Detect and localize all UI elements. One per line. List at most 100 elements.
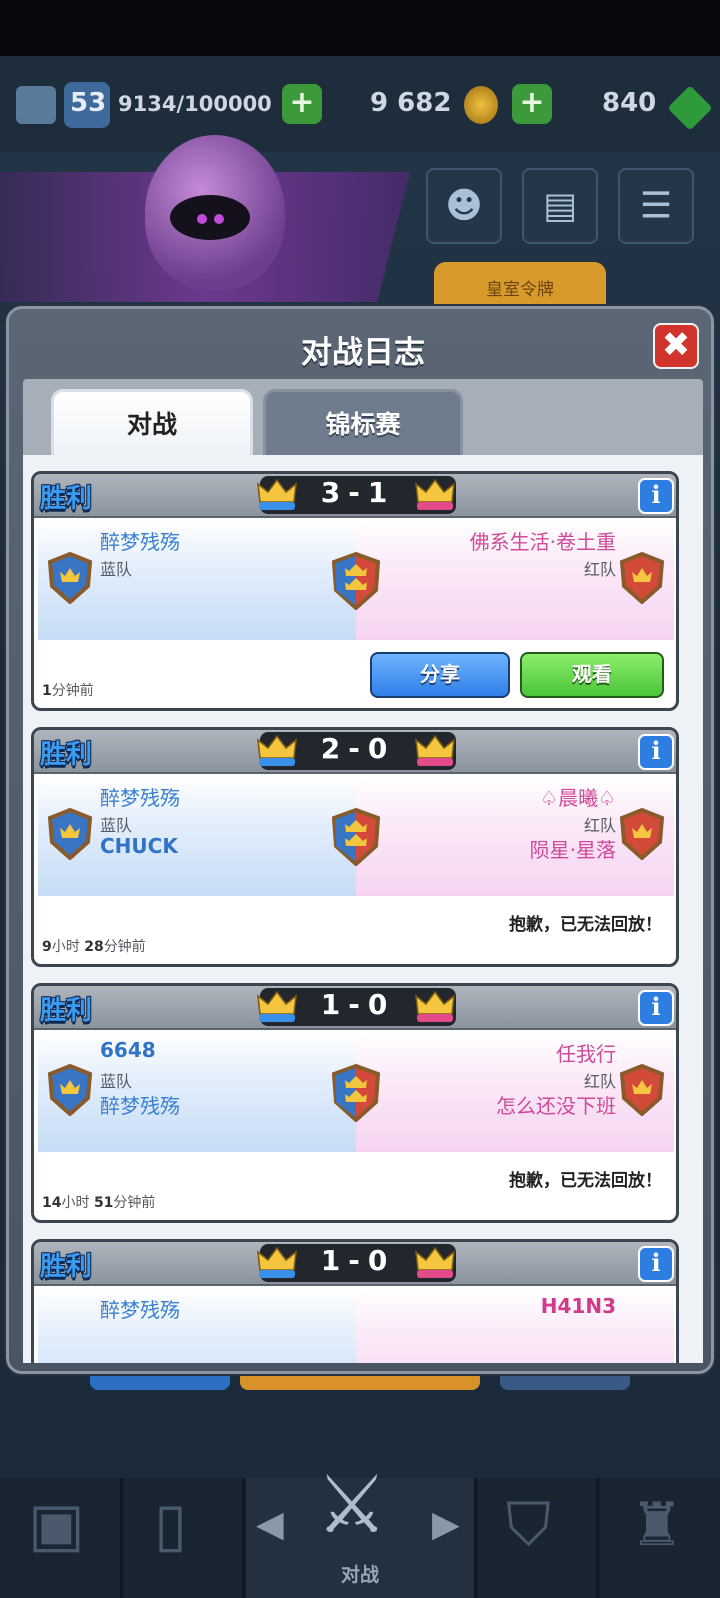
info-button[interactable]: i: [638, 478, 674, 514]
versus-shield-icon: [332, 808, 380, 866]
battle-score: 3-1: [320, 476, 396, 509]
gems-value: 840: [602, 88, 657, 118]
red-team-shield-icon: [620, 808, 664, 860]
red-player-name[interactable]: 佛系生活·卷土重: [470, 526, 616, 555]
red-team-label: 红队: [583, 816, 616, 835]
blue-player-name[interactable]: 醉梦残殇: [100, 1294, 180, 1323]
blue-team-label: 蓝队: [100, 1072, 133, 1091]
blue-side: [38, 1288, 356, 1363]
blue-teammate-name[interactable]: 醉梦残殇: [100, 1090, 180, 1119]
red-crown-icon: [415, 1246, 455, 1278]
red-crown-icon: [415, 478, 455, 510]
egg-eye-left: [197, 214, 207, 224]
red-crowns: 0: [367, 1244, 396, 1277]
battle-card: 胜利 3-1 i 醉梦残殇 蓝队 佛系生活·卷土重 红队 1分钟前 分享 观看: [31, 471, 679, 711]
battle-score: 2-0: [320, 732, 396, 765]
battle-card-header: 胜利 1-0 i: [34, 1242, 676, 1286]
red-player-name[interactable]: H41N3: [541, 1294, 616, 1318]
red-crown-icon: [415, 734, 455, 766]
red-side: [356, 1288, 674, 1363]
tab-tournament[interactable]: 锦标赛: [263, 389, 463, 455]
info-button[interactable]: i: [638, 990, 674, 1026]
crossed-swords-icon: ⚔: [316, 1458, 388, 1551]
menu-button[interactable]: ☰: [618, 168, 694, 244]
chest-icon: ▣: [28, 1490, 85, 1560]
red-teammate-name[interactable]: 怎么还没下班: [496, 1090, 616, 1119]
blue-crowns: 1: [320, 1244, 349, 1277]
friends-icon: ☻: [445, 185, 483, 227]
close-button[interactable]: ✖: [653, 323, 699, 369]
royal-pass-tab[interactable]: 皇室令牌: [434, 262, 606, 312]
battle-log-dialog: 对战日志 ✖ 对战 锦标赛 胜利 3-1 i 醉梦残殇 蓝队 佛系生活·卷土重 …: [6, 306, 714, 1374]
add-xp-button[interactable]: +: [282, 84, 322, 124]
battle-result: 胜利: [40, 484, 93, 514]
battle-time: 1分钟前: [42, 683, 94, 699]
gold-coin-icon: [464, 86, 498, 124]
watch-replay-button[interactable]: 观看: [520, 652, 664, 698]
status-bar-area: [0, 0, 720, 56]
battle-card-body: 醉梦残殇 蓝队 CHUCK ♤晨曦♤ 红队 陨星·星落: [38, 776, 674, 896]
nav-events[interactable]: ♜: [600, 1478, 720, 1598]
info-button[interactable]: i: [638, 1246, 674, 1282]
replay-unavailable-text: 抱歉，已无法回放！: [509, 915, 662, 935]
level-value: 53: [70, 88, 107, 118]
blue-player-name[interactable]: 6648: [100, 1038, 156, 1062]
blue-player-name[interactable]: 醉梦残殇: [100, 526, 180, 555]
battle-card-body: 6648 蓝队 醉梦残殇 任我行 红队 怎么还没下班: [38, 1032, 674, 1152]
battle-result: 胜利: [40, 740, 93, 770]
add-gold-button[interactable]: +: [512, 84, 552, 124]
blue-crown-icon: [257, 1246, 297, 1278]
blue-teammate-name[interactable]: CHUCK: [100, 834, 178, 858]
blue-crowns: 1: [320, 988, 349, 1021]
red-crown-icon: [415, 990, 455, 1022]
battle-card-body: 醉梦残殇 H41N3: [38, 1288, 674, 1363]
battle-card: 胜利 1-0 i 醉梦残殇 H41N3: [31, 1239, 679, 1363]
hamburger-icon: ☰: [639, 185, 673, 227]
share-button[interactable]: 分享: [370, 652, 510, 698]
arrow-right-icon: ▶: [432, 1504, 460, 1545]
versus-shield-icon: [332, 552, 380, 610]
red-team-label: 红队: [583, 1072, 616, 1091]
experience-value: 9134/100000: [118, 92, 272, 116]
battle-score: 1-0: [320, 1244, 396, 1277]
tab-battles[interactable]: 对战: [51, 389, 253, 455]
friends-button[interactable]: ☻: [426, 168, 502, 244]
blue-team-label: 蓝队: [100, 816, 133, 835]
egg-eye-right: [214, 214, 224, 224]
info-button[interactable]: i: [638, 734, 674, 770]
dialog-panel: 对战 锦标赛 胜利 3-1 i 醉梦残殇 蓝队 佛系生活·卷土重 红队 1分钟前…: [23, 379, 703, 1363]
battle-card-header: 胜利 2-0 i: [34, 730, 676, 774]
blue-team-shield-icon: [48, 552, 92, 604]
news-icon: ▤: [542, 185, 578, 227]
blue-player-name[interactable]: 醉梦残殇: [100, 782, 180, 811]
blue-crowns: 3: [320, 476, 349, 509]
replay-unavailable-text: 抱歉，已无法回放！: [509, 1171, 662, 1191]
battle-card: 胜利 2-0 i 醉梦残殇 蓝队 CHUCK ♤晨曦♤ 红队 陨星·星落 9小时…: [31, 727, 679, 967]
red-team-label: 红队: [583, 560, 616, 579]
blue-crown-icon: [257, 734, 297, 766]
red-teammate-name[interactable]: 陨星·星落: [530, 834, 616, 863]
battle-list[interactable]: 胜利 3-1 i 醉梦残殇 蓝队 佛系生活·卷土重 红队 1分钟前 分享 观看 …: [23, 455, 703, 1363]
red-team-shield-icon: [620, 1064, 664, 1116]
red-player-name[interactable]: 任我行: [556, 1038, 616, 1067]
red-crowns: 0: [367, 732, 396, 765]
red-crowns: 0: [367, 988, 396, 1021]
blue-crown-icon: [257, 478, 297, 510]
blue-team-shield-icon: [48, 808, 92, 860]
news-button[interactable]: ▤: [522, 168, 598, 244]
blue-team-label: 蓝队: [100, 560, 133, 579]
battle-card-header: 胜利 3-1 i: [34, 474, 676, 518]
trophy-icon: ♜: [630, 1490, 684, 1560]
profile-crown-icon[interactable]: [16, 86, 56, 124]
battle-card-body: 醉梦残殇 蓝队 佛系生活·卷土重 红队: [38, 520, 674, 640]
red-crowns: 1: [367, 476, 396, 509]
blue-team-shield-icon: [48, 1064, 92, 1116]
cards-icon: ▯: [154, 1490, 188, 1560]
battle-result: 胜利: [40, 1252, 93, 1282]
versus-shield-icon: [332, 1064, 380, 1122]
red-team-shield-icon: [620, 552, 664, 604]
nav-clan[interactable]: ⛉: [478, 1478, 598, 1598]
dialog-title: 对战日志: [301, 335, 425, 371]
arrow-left-icon: ◀: [256, 1504, 284, 1545]
red-player-name[interactable]: ♤晨曦♤: [540, 782, 616, 811]
